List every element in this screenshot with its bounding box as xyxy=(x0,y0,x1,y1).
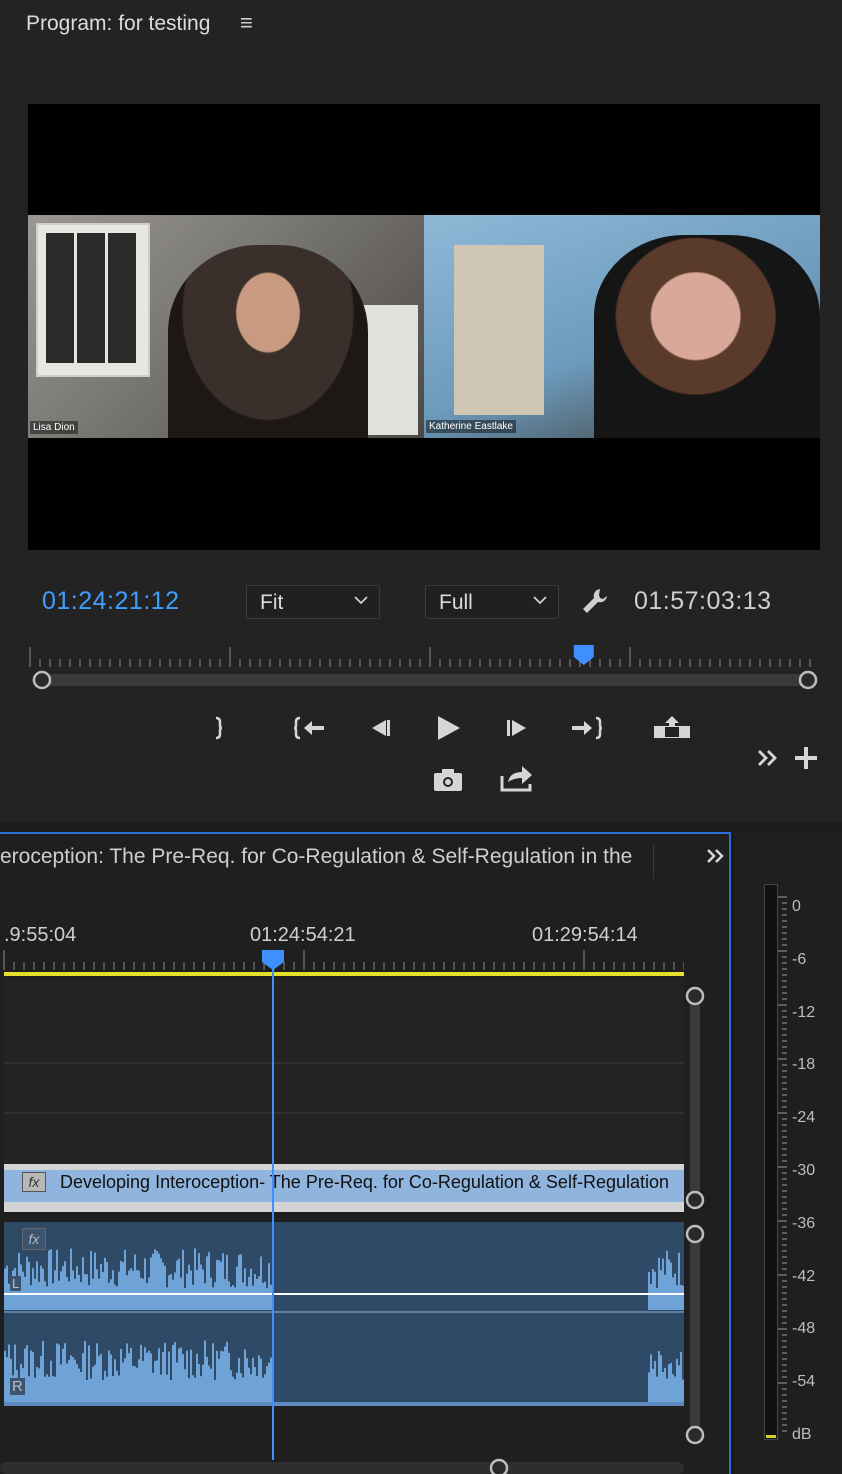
playhead-line[interactable] xyxy=(272,960,274,1460)
track-v3[interactable] xyxy=(4,978,684,1062)
play-button[interactable] xyxy=(428,708,468,748)
fx-badge[interactable]: fx xyxy=(22,1172,46,1192)
participant-name-left: Lisa Dion xyxy=(30,421,78,434)
db-label: -48 xyxy=(792,1320,816,1338)
db-label: -54 xyxy=(792,1373,816,1391)
db-label: -36 xyxy=(792,1214,816,1232)
lift-icon xyxy=(654,716,690,738)
channel-left-label: L xyxy=(10,1276,22,1291)
timeline-horizontal-scrollbar[interactable] xyxy=(0,1458,684,1474)
mark-out-button[interactable] xyxy=(200,708,240,748)
person-image xyxy=(168,245,368,438)
db-label: -30 xyxy=(792,1162,816,1179)
db-label: -6 xyxy=(792,950,807,968)
button-editor[interactable] xyxy=(786,738,826,778)
insert-button[interactable] xyxy=(496,758,536,798)
play-icon xyxy=(438,716,460,740)
playhead-marker[interactable] xyxy=(262,950,284,970)
participant-name-right: Katherine Eastlake xyxy=(426,420,516,433)
go-to-out-icon xyxy=(572,716,603,740)
person-image xyxy=(594,235,820,438)
video-feed-right: Katherine Eastlake xyxy=(424,215,820,438)
plus-icon xyxy=(795,747,817,769)
go-to-in-button[interactable] xyxy=(290,708,330,748)
monitor-zoom-scrollbar[interactable] xyxy=(32,670,818,690)
video-preview: Lisa Dion Katherine Eastlake xyxy=(28,104,820,550)
go-to-out-button[interactable] xyxy=(566,708,606,748)
duration-timecode: 01:57:03:13 xyxy=(634,587,772,615)
camera-icon xyxy=(434,769,462,791)
tab-divider xyxy=(653,845,654,879)
panel-title[interactable]: Program: for testing xyxy=(26,12,210,36)
shelf-image xyxy=(454,245,544,415)
playback-resolution-value: Full xyxy=(439,591,473,614)
wrench-icon[interactable] xyxy=(580,586,610,616)
playback-resolution-dropdown[interactable]: Full xyxy=(425,585,559,619)
ruler-time-label: 01:24:54:21 xyxy=(250,924,356,946)
double-chevron-right-icon xyxy=(758,750,777,766)
export-icon xyxy=(500,766,532,792)
audio-level-meter xyxy=(764,884,778,1440)
monitor-time-ruler[interactable] xyxy=(28,645,816,669)
db-label: -18 xyxy=(792,1056,816,1074)
zoom-level-dropdown[interactable]: Fit xyxy=(246,585,380,619)
double-chevron-right-icon[interactable] xyxy=(703,844,727,875)
sequence-tab[interactable]: eroception: The Pre-Req. for Co-Regulati… xyxy=(0,845,652,879)
go-to-in-icon xyxy=(293,716,324,740)
db-label: -24 xyxy=(792,1109,816,1127)
channel-right-label: R xyxy=(10,1378,25,1395)
step-back-icon xyxy=(372,720,390,736)
db-label: -42 xyxy=(792,1267,816,1285)
chevron-down-icon xyxy=(532,593,548,610)
current-timecode[interactable]: 01:24:21:12 xyxy=(42,587,180,616)
audio-waveform xyxy=(4,1248,684,1406)
step-forward-icon xyxy=(507,720,526,736)
track-v1[interactable] xyxy=(4,1114,684,1164)
ruler-time-label: .9:55:04 xyxy=(4,924,77,946)
db-label: -12 xyxy=(792,1003,816,1021)
timeline-vertical-scrollbar[interactable] xyxy=(684,985,706,1450)
chevron-down-icon xyxy=(353,593,369,610)
meter-scale xyxy=(778,896,787,1432)
step-forward-button[interactable] xyxy=(498,708,538,748)
mark-out-icon xyxy=(215,716,223,740)
hamburger-menu-icon[interactable]: ≡ xyxy=(240,10,253,36)
video-feed-left: Lisa Dion xyxy=(28,215,424,438)
zoom-level-value: Fit xyxy=(260,591,284,614)
door-window-image xyxy=(46,233,136,363)
lift-button[interactable] xyxy=(652,708,692,748)
video-clip-label: Developing Interoception- The Pre-Req. f… xyxy=(60,1172,670,1192)
audio-meter-panel xyxy=(734,832,842,1474)
playhead-marker xyxy=(573,645,594,665)
in-out-range-bar[interactable] xyxy=(4,972,684,976)
db-label: dB xyxy=(792,1426,812,1443)
db-label: 0 xyxy=(792,898,801,915)
ruler-time-label: 01:29:54:14 xyxy=(532,924,638,946)
more-controls-button[interactable] xyxy=(748,738,788,778)
step-back-button[interactable] xyxy=(358,708,398,748)
track-v2[interactable] xyxy=(4,1064,684,1112)
export-frame-button[interactable] xyxy=(428,760,468,800)
